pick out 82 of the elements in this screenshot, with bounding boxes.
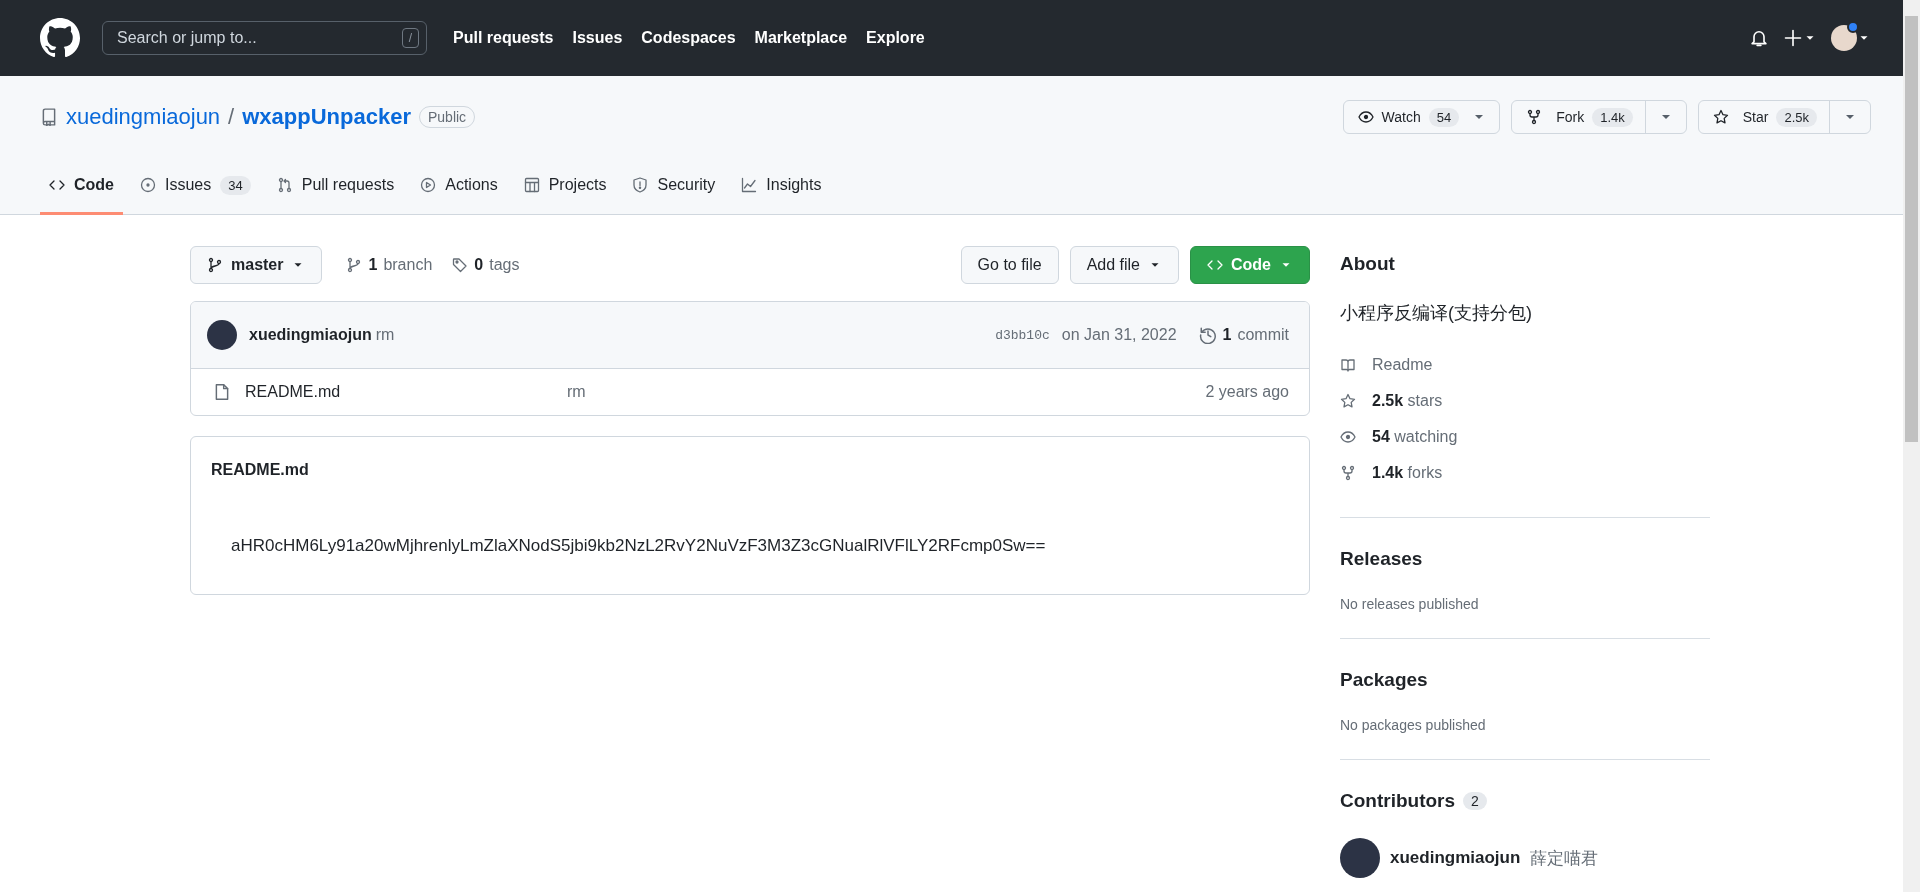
path-separator: / bbox=[228, 104, 235, 130]
tab[interactable]: Projects bbox=[514, 158, 616, 215]
circle-dot-icon bbox=[140, 177, 156, 193]
tags-link[interactable]: 0 tags bbox=[452, 256, 520, 274]
file-icon bbox=[213, 383, 231, 401]
nav-link[interactable]: Marketplace bbox=[754, 29, 848, 47]
empty-note: No packages published bbox=[1340, 717, 1487, 733]
scrollbar[interactable] bbox=[1903, 0, 1920, 892]
add-file-button[interactable]: Add file bbox=[1069, 246, 1179, 284]
nav-link[interactable]: Explore bbox=[866, 29, 925, 47]
tab[interactable]: Security bbox=[623, 158, 725, 215]
repo-icon bbox=[40, 108, 58, 126]
go-to-file-button[interactable]: Go to file bbox=[960, 246, 1059, 284]
forks-link[interactable]: 1.4k forks bbox=[1372, 464, 1443, 482]
commit-hash-link[interactable]: d3bb10c bbox=[995, 327, 1050, 343]
readme-title: README.md bbox=[211, 461, 309, 478]
counter: 34 bbox=[220, 175, 251, 195]
history-icon bbox=[1198, 326, 1217, 344]
table-icon bbox=[523, 177, 540, 193]
tab[interactable]: Issues 34 bbox=[131, 158, 260, 215]
button-label: Star bbox=[1742, 109, 1769, 125]
repository-link[interactable]: wxappUnpacker bbox=[242, 104, 411, 130]
notification-dot bbox=[1847, 21, 1859, 33]
branch-icon bbox=[207, 257, 223, 273]
branch-icon bbox=[346, 257, 363, 273]
plus-icon bbox=[1783, 28, 1803, 48]
nav-link[interactable]: Pull requests bbox=[453, 29, 554, 47]
book-icon bbox=[1340, 357, 1356, 373]
bell-icon bbox=[1749, 28, 1769, 48]
eye-icon bbox=[1340, 429, 1356, 445]
file-age: 2 years ago bbox=[1205, 383, 1289, 401]
star-icon bbox=[1340, 393, 1356, 409]
tab[interactable]: Code bbox=[40, 158, 123, 215]
tab[interactable]: Pull requests bbox=[267, 158, 404, 215]
section-heading: Contributors bbox=[1340, 790, 1456, 812]
file-link[interactable]: README.md bbox=[245, 383, 567, 401]
fork-icon bbox=[1526, 109, 1543, 125]
counter: 2.5k bbox=[1776, 107, 1817, 127]
nav-link[interactable]: Issues bbox=[572, 29, 623, 47]
contributor-avatar[interactable] bbox=[1340, 838, 1380, 878]
contributor-name: 薛定喵君 bbox=[1530, 847, 1599, 870]
tag-icon bbox=[452, 257, 469, 273]
nav-link[interactable]: Codespaces bbox=[641, 29, 736, 47]
readme-link[interactable]: Readme bbox=[1372, 356, 1433, 374]
user-avatar[interactable] bbox=[1831, 25, 1857, 51]
commit-message: rm bbox=[375, 326, 395, 344]
shield-icon bbox=[632, 177, 649, 193]
author-avatar bbox=[207, 320, 237, 350]
branches-link[interactable]: 1 branch bbox=[346, 256, 433, 274]
pull-request-icon bbox=[276, 177, 293, 193]
fork-icon bbox=[1340, 465, 1356, 481]
section-heading: About bbox=[1340, 253, 1395, 275]
empty-note: No releases published bbox=[1340, 596, 1480, 612]
counter: 54 bbox=[1428, 107, 1460, 127]
owner-link[interactable]: xuedingmiaojun bbox=[66, 104, 221, 130]
button-label: Fork bbox=[1556, 109, 1585, 125]
tab[interactable]: Actions bbox=[411, 158, 507, 215]
star-icon bbox=[1712, 109, 1729, 125]
play-circle-icon bbox=[420, 177, 437, 193]
button-label: Watch bbox=[1381, 109, 1421, 125]
repository-description: 小程序反编译(支持分包) bbox=[1340, 303, 1532, 323]
author-link[interactable]: xuedingmiaojun bbox=[249, 326, 372, 344]
tab[interactable]: Insights bbox=[732, 158, 831, 215]
readme-text: aHR0cHM6Ly91a20wMjhrenlyLmZlaXNodS5jbi9kb2NzL2RvY2NuVzF3M3Z3cGNualRlVFlLY2RFcmp0Sw== bbox=[231, 536, 1046, 555]
contributor-login[interactable]: xuedingmiaojun bbox=[1390, 848, 1521, 868]
octocat-logo[interactable] bbox=[40, 18, 80, 58]
section-heading: Packages bbox=[1340, 669, 1428, 691]
counter: 2 bbox=[1463, 792, 1487, 810]
watching-link[interactable]: 54 watching bbox=[1372, 428, 1458, 446]
watch-button[interactable]: Watch 54 bbox=[1343, 101, 1472, 133]
eye-icon bbox=[1357, 109, 1374, 125]
commit-message: rm bbox=[567, 383, 586, 401]
commit-date: on Jan 31, 2022 bbox=[1061, 326, 1177, 344]
counter: 1.4k bbox=[1592, 107, 1633, 127]
star-button[interactable]: Star 2.5k bbox=[1698, 101, 1829, 133]
commits-link[interactable]: 1 commit bbox=[1198, 326, 1289, 344]
fork-button[interactable]: Fork 1.4k bbox=[1512, 101, 1645, 133]
stars-link[interactable]: 2.5k stars bbox=[1372, 392, 1443, 410]
branch-select-button[interactable]: master bbox=[190, 246, 323, 284]
graph-icon bbox=[741, 177, 758, 193]
section-heading: Releases bbox=[1340, 548, 1423, 570]
shortcut-key: / bbox=[401, 28, 419, 48]
